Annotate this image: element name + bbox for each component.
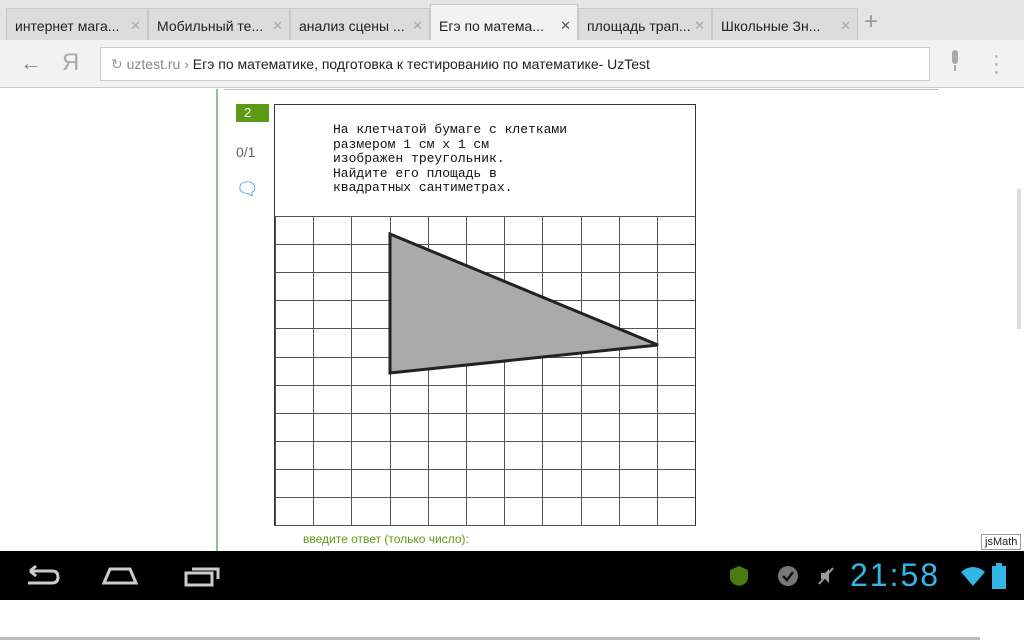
battery-icon — [992, 563, 1006, 589]
tab-4[interactable]: площадь трап... ✕ — [578, 8, 712, 40]
microphone-icon[interactable] — [950, 50, 960, 72]
answer-prompt: введите ответ (только число): — [303, 532, 469, 546]
menu-icon[interactable]: · · · — [993, 46, 1000, 82]
close-icon[interactable]: ✕ — [412, 18, 423, 34]
recent-apps-icon[interactable] — [182, 563, 222, 587]
problem-text: На клетчатой бумаге с клетками размером … — [333, 122, 568, 195]
tab-3-active[interactable]: Егэ по матема... ✕ — [430, 4, 578, 40]
question-number-badge: 2 — [236, 104, 269, 122]
triangle — [388, 231, 659, 375]
tab-0[interactable]: интернет мага... ✕ — [6, 8, 148, 40]
tab-label: Егэ по матема... — [439, 18, 544, 34]
close-icon[interactable]: ✕ — [272, 18, 283, 34]
back-icon[interactable] — [22, 563, 62, 587]
yandex-logo-icon[interactable]: Я — [62, 49, 79, 77]
close-icon[interactable]: ✕ — [130, 18, 141, 34]
grid-figure — [275, 216, 695, 526]
security-shield-icon[interactable] — [728, 565, 750, 587]
new-tab-button[interactable]: + — [864, 8, 878, 36]
tab-label: Мобильный те... — [157, 18, 264, 34]
toolbar: ← Я ↻ uztest.ru › Егэ по математике, под… — [0, 40, 1024, 88]
wifi-icon — [961, 567, 985, 586]
tab-5[interactable]: Школьные Зн... ✕ — [712, 8, 858, 40]
tab-1[interactable]: Мобильный те... ✕ — [148, 8, 290, 40]
mute-icon[interactable] — [818, 567, 834, 585]
divider — [216, 89, 218, 551]
page-title: Егэ по математике, подготовка к тестиров… — [192, 56, 650, 72]
clock: 21:58 — [850, 557, 941, 593]
reload-icon[interactable]: ↻ — [111, 56, 123, 72]
page-content: 2 0/1 🗨 На клетчатой бумаге с клетками р… — [0, 89, 1024, 640]
comment-icon[interactable]: 🗨 — [236, 179, 259, 200]
system-navbar: 21:58 — [0, 551, 1024, 600]
grid-lines — [275, 216, 695, 526]
checkmark-notification-icon[interactable] — [777, 565, 799, 587]
tab-label: площадь трап... — [587, 18, 691, 34]
close-icon[interactable]: ✕ — [560, 18, 571, 34]
problem-image: На клетчатой бумаге с клетками размером … — [274, 104, 696, 526]
address-bar[interactable]: ↻ uztest.ru › Егэ по математике, подгото… — [100, 47, 930, 81]
tab-label: анализ сцены ... — [299, 18, 405, 34]
close-icon[interactable]: ✕ — [840, 18, 851, 34]
url-separator: › — [184, 56, 189, 72]
url-host: uztest.ru — [126, 56, 181, 72]
divider — [224, 89, 938, 90]
tab-2[interactable]: анализ сцены ... ✕ — [290, 8, 430, 40]
back-arrow-icon[interactable]: ← — [20, 50, 42, 76]
tab-bar: интернет мага... ✕ Мобильный те... ✕ анали… — [0, 0, 1024, 40]
tab-label: интернет мага... — [15, 18, 120, 34]
question-score: 0/1 — [236, 144, 256, 160]
jsmath-button[interactable]: jsMath — [981, 534, 1022, 550]
close-icon[interactable]: ✕ — [694, 18, 705, 34]
home-icon[interactable] — [100, 563, 140, 587]
tab-label: Школьные Зн... — [721, 18, 821, 34]
scrollbar[interactable] — [1017, 189, 1021, 329]
